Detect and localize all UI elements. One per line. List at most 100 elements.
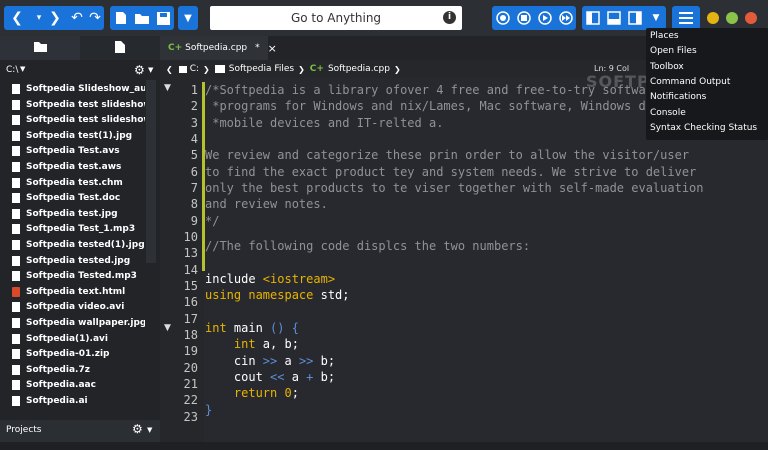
layout-left-icon[interactable] [582,6,604,30]
code-line[interactable]: */ [205,213,219,229]
breadcrumb-folder[interactable]: Softpedia Files [229,64,294,74]
list-item[interactable]: Softpedia Tested.mp3 [12,268,145,284]
code-token: cout [205,370,271,384]
chevron-left-icon[interactable]: ❮ [166,65,173,74]
horizontal-scrollbar[interactable] [204,434,768,442]
image-file-icon [12,317,20,328]
record-icon[interactable] [492,6,514,30]
menu-item-places[interactable]: Places [650,29,765,44]
chevron-down-icon[interactable]: ▼ [147,426,152,434]
code-line[interactable]: *mobile devices and IT-relted a. [205,115,443,131]
list-item[interactable]: Softpedia test.jpg [12,206,145,222]
list-item[interactable]: Softpedia Test.avs [12,143,145,159]
list-item[interactable]: Softpedia test.aws [12,159,145,175]
list-item[interactable]: Softpedia-01.zip [12,346,145,362]
code-line[interactable]: } [205,402,212,418]
new-file-icon[interactable] [110,6,132,30]
arrow-left-icon[interactable]: ❮ [6,6,28,30]
minimize-icon[interactable] [707,12,719,24]
list-item[interactable]: Softpedia(1).avi [12,331,145,347]
arrow-right-icon[interactable]: ❯ [44,6,66,30]
menu-item-notifications[interactable]: Notifications [650,90,765,105]
maximize-icon[interactable] [726,12,738,24]
list-item[interactable]: Softpedia video.avi [12,299,145,315]
menu-item-console[interactable]: Console [650,106,765,121]
code-line[interactable]: cout << a + b; [205,369,335,385]
redo-icon[interactable]: ↷ [84,6,106,30]
places-path-bar: C:\ ▼ ⚙ ▼ [0,62,160,80]
code-line[interactable]: int a, b; [205,336,299,352]
list-item[interactable]: Softpedia test slideshow.flv [12,112,145,128]
tab-softpedia-cpp[interactable]: C+ Softpedia.cpp * × [160,36,277,60]
sidebar-scrollbar[interactable] [146,80,156,263]
list-item[interactable]: Softpedia Test_1.mp3 [12,221,145,237]
breadcrumb-file[interactable]: Softpedia.cpp [328,64,390,74]
projects-label[interactable]: Projects [6,425,41,435]
chevron-down-icon[interactable]: ▼ [148,66,153,74]
list-item[interactable]: Softpedia.ai [12,393,145,409]
menu-item-syntax-checking-status[interactable]: Syntax Checking Status [650,121,765,136]
play-icon[interactable] [534,6,556,30]
goto-anything-bar[interactable]: Go to Anything i [210,6,462,30]
code-line[interactable]: only the best products to te viser toget… [205,180,704,196]
hamburger-menu-icon[interactable] [675,6,697,30]
code-line[interactable]: to find the exact product tey and system… [205,164,696,180]
places-path-label[interactable]: C:\ [6,65,18,75]
folder-icon [214,65,225,73]
toolbar-dropdown[interactable]: ▼ [178,6,198,30]
layout-bottom-icon[interactable] [603,6,625,30]
code-token: cin [205,354,263,368]
video-file-icon [12,99,20,110]
code-line[interactable]: include <iostream> [205,271,335,287]
save-icon[interactable] [152,6,174,30]
list-item[interactable]: Softpedia.aac [12,377,145,393]
image-file-icon [12,130,20,141]
code-line[interactable]: int main () { [205,320,299,336]
chevron-down-icon[interactable]: ▼ [20,65,25,73]
list-item[interactable]: Softpedia wallpaper.jpg [12,315,145,331]
list-item[interactable]: Softpedia test.chm [12,175,145,191]
tab-places[interactable] [0,36,80,60]
code-token: a [284,370,307,384]
menu-button[interactable] [672,6,700,30]
breadcrumb-drive[interactable]: C: [190,64,199,74]
archive-file-icon [12,348,20,359]
chevron-down-icon[interactable]: ▼ [645,6,667,30]
open-folder-icon[interactable] [131,6,153,30]
fold-arrow-icon[interactable]: ▼ [164,323,171,333]
chevron-down-icon[interactable]: ▼ [178,6,198,30]
list-item[interactable]: Softpedia Test.doc [12,190,145,206]
list-item[interactable]: Softpedia tested.jpg [12,253,145,269]
gear-icon[interactable]: ⚙ [132,422,143,436]
menu-item-command-output[interactable]: Command Output [650,75,765,90]
stop-icon[interactable] [513,6,535,30]
list-item[interactable]: Softpedia.7z [12,362,145,378]
code-line[interactable]: We review and categorize these prin orde… [205,147,689,163]
tab-open-files[interactable] [80,36,160,60]
list-item[interactable]: Softpedia test slideshow.avi [12,97,145,113]
list-item[interactable]: Softpedia test(1).jpg [12,128,145,144]
file-name: Softpedia Tested.mp3 [26,270,137,281]
fold-arrow-icon[interactable]: ▼ [164,83,171,93]
gear-icon[interactable]: ⚙ [134,63,145,77]
code-token: main [226,321,271,335]
code-line[interactable]: using namespace std; [205,287,350,303]
fast-forward-icon[interactable] [555,6,577,30]
layout-right-icon[interactable] [624,6,646,30]
code-line[interactable]: //The following code displcs the two num… [205,238,530,254]
close-window-icon[interactable] [745,12,757,24]
video-file-icon [12,301,20,312]
menu-item-toolbox[interactable]: Toolbox [650,60,765,75]
code-token: a, b; [255,337,299,351]
audio-file-icon [12,379,20,390]
menu-item-open-files[interactable]: Open Files [650,44,765,59]
code-line[interactable]: return 0; [205,385,299,401]
code-line[interactable]: cin >> a >> b; [205,353,335,369]
code-line[interactable]: *programs for Windows and nix/Lames, Mac… [205,98,653,114]
list-item[interactable]: Softpedia tested(1).jpg [12,237,145,253]
info-icon[interactable]: i [443,11,456,24]
close-tab-icon[interactable]: × [268,42,277,55]
list-item[interactable]: Softpedia Slideshow_audio.mp3 [12,81,145,97]
code-line[interactable]: and review notes. [205,196,328,212]
list-item[interactable]: Softpedia text.html [12,284,145,300]
